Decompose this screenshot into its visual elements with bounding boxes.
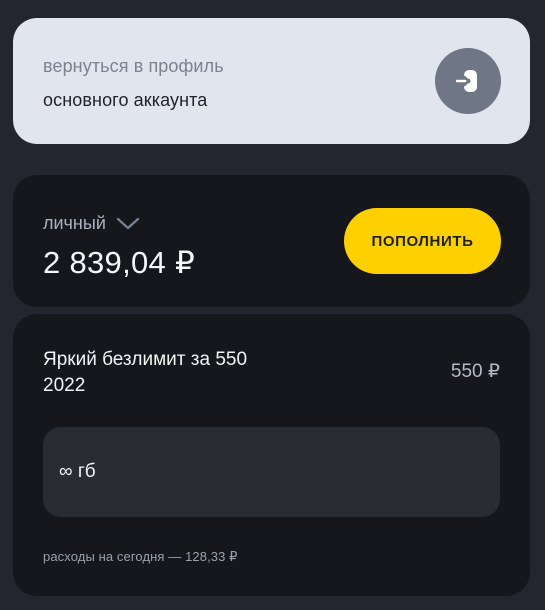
traffic-remaining-box[interactable]: ∞ гб xyxy=(43,427,500,517)
account-name: личный xyxy=(43,213,106,233)
tariff-price: 550 ₽ xyxy=(450,361,500,382)
profile-return-label: вернуться в профиль xyxy=(43,56,224,76)
profile-return-sublabel: основного аккаунта xyxy=(43,90,208,110)
switch-account-button[interactable] xyxy=(435,48,501,114)
traffic-value: ∞ гб xyxy=(59,461,96,482)
balance-card: личный 2 839,04 ₽ пополнить xyxy=(13,175,530,307)
return-to-main-profile-card[interactable]: вернуться в профиль основного аккаунта xyxy=(13,18,530,144)
account-selector[interactable]: личный xyxy=(43,213,140,234)
topup-button[interactable]: пополнить xyxy=(344,208,501,274)
today-expenses: расходы на сегодня — 128,33 ₽ xyxy=(43,549,238,564)
tariff-title: Яркий безлимит за 550 2022 xyxy=(43,349,248,396)
chevron-down-icon xyxy=(116,217,139,229)
balance-amount: 2 839,04 ₽ xyxy=(43,245,196,280)
tariff-card[interactable]: Яркий безлимит за 550 2022 550 ₽ ∞ гб ра… xyxy=(13,314,530,596)
switch-account-icon xyxy=(454,70,477,92)
